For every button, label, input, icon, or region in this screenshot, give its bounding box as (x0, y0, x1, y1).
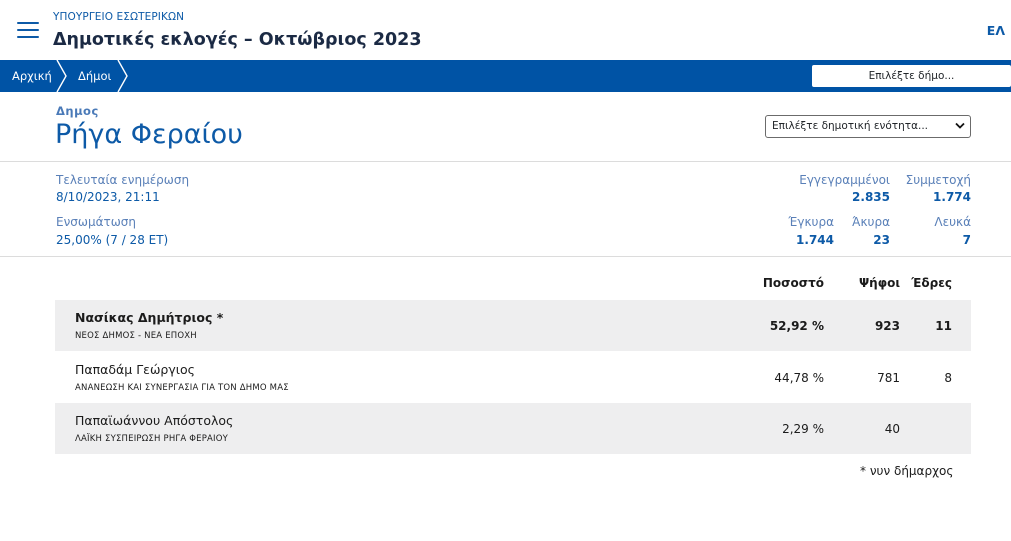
column-header-seats: Έδρες (911, 276, 952, 290)
invalid-label: Άκυρα (852, 215, 890, 229)
candidate-party: ΛΑΪΚΗ ΣΥΣΠΕΙΡΩΣΗ ΡΗΓΑ ΦΕΡΑΙΟΥ (75, 434, 229, 444)
last-update-label: Τελευταία ενημέρωση (56, 173, 190, 187)
candidate-percent: 52,92 % (769, 319, 824, 333)
municipality-label: Δημος (56, 104, 99, 118)
turnout-value: 1.774 (933, 190, 971, 204)
language-switch[interactable]: ΕΛ (987, 23, 1005, 38)
candidate-votes: 781 (877, 371, 900, 385)
breadcrumb-municipalities[interactable]: Δήμοι (78, 60, 111, 92)
municipal-unit-select[interactable]: Επιλέξτε δημοτική ενότητα... (765, 115, 971, 138)
ministry-label: ΥΠΟΥΡΓΕΙΟ ΕΣΩΤΕΡΙΚΩΝ (53, 11, 185, 23)
municipality-select[interactable]: Επιλέξτε δήμο... (812, 65, 1011, 87)
divider (0, 256, 1011, 257)
app-header: ΥΠΟΥΡΓΕΙΟ ΕΣΩΤΕΡΙΚΩΝ Δημοτικές εκλογές –… (0, 0, 1011, 60)
breadcrumb: Αρχική Δήμοι Επιλέξτε δήμο... (0, 60, 1011, 92)
valid-value: 1.744 (796, 233, 834, 247)
hamburger-menu-icon[interactable] (17, 22, 39, 40)
candidate-party: ΝΕΟΣ ΔΗΜΟΣ - ΝΕΑ ΕΠΟΧΗ (75, 331, 197, 341)
column-header-votes: Ψήφοι (858, 276, 900, 290)
municipality-name: Ρήγα Φεραίου (55, 119, 243, 150)
turnout-label: Συμμετοχή (905, 173, 971, 187)
table-row: Παπαϊωάννου Απόστολος ΛΑΪΚΗ ΣΥΣΠΕΙΡΩΣΗ Ρ… (55, 403, 971, 454)
chevron-down-icon (955, 122, 965, 129)
page-title: Δημοτικές εκλογές – Οκτώβριος 2023 (53, 30, 422, 50)
table-row: Νασίκας Δημήτριος * ΝΕΟΣ ΔΗΜΟΣ - ΝΕΑ ΕΠΟ… (55, 300, 971, 351)
invalid-value: 23 (873, 233, 890, 247)
candidate-votes: 923 (874, 319, 900, 333)
last-update-value: 8/10/2023, 21:11 (56, 190, 160, 204)
candidate-seats: 8 (944, 371, 952, 385)
blank-value: 7 (962, 233, 971, 247)
candidate-name: Παπαϊωάννου Απόστολος (75, 413, 234, 428)
chevron-right-icon (117, 60, 128, 92)
registered-label: Εγγεγραμμένοι (799, 173, 890, 187)
footnote: * νυν δήμαρχος (860, 464, 954, 478)
chevron-right-icon (56, 60, 67, 92)
municipal-unit-select-label: Επιλέξτε δημοτική ενότητα... (772, 120, 929, 132)
candidate-percent: 2,29 % (782, 422, 824, 436)
candidate-name: Παπαδάμ Γεώργιος (75, 362, 195, 377)
integration-value: 25,00% (7 / 28 ΕΤ) (56, 233, 169, 247)
column-header-percent: Ποσοστό (762, 276, 824, 290)
candidate-percent: 44,78 % (774, 371, 824, 385)
registered-value: 2.835 (852, 190, 890, 204)
candidate-votes: 40 (884, 422, 900, 436)
candidate-seats: 11 (935, 319, 952, 333)
valid-label: Έγκυρα (788, 215, 834, 229)
breadcrumb-home[interactable]: Αρχική (12, 60, 52, 92)
integration-label: Ενσωμάτωση (56, 215, 136, 229)
candidate-name: Νασίκας Δημήτριος * (75, 310, 224, 325)
table-row: Παπαδάμ Γεώργιος ΑΝΑΝΕΩΣΗ ΚΑΙ ΣΥΝΕΡΓΑΣΙΑ… (55, 352, 971, 403)
blank-label: Λευκά (934, 215, 971, 229)
divider (0, 161, 1011, 162)
candidate-party: ΑΝΑΝΕΩΣΗ ΚΑΙ ΣΥΝΕΡΓΑΣΙΑ ΓΙΑ ΤΟΝ ΔΗΜΟ ΜΑΣ (75, 383, 289, 393)
